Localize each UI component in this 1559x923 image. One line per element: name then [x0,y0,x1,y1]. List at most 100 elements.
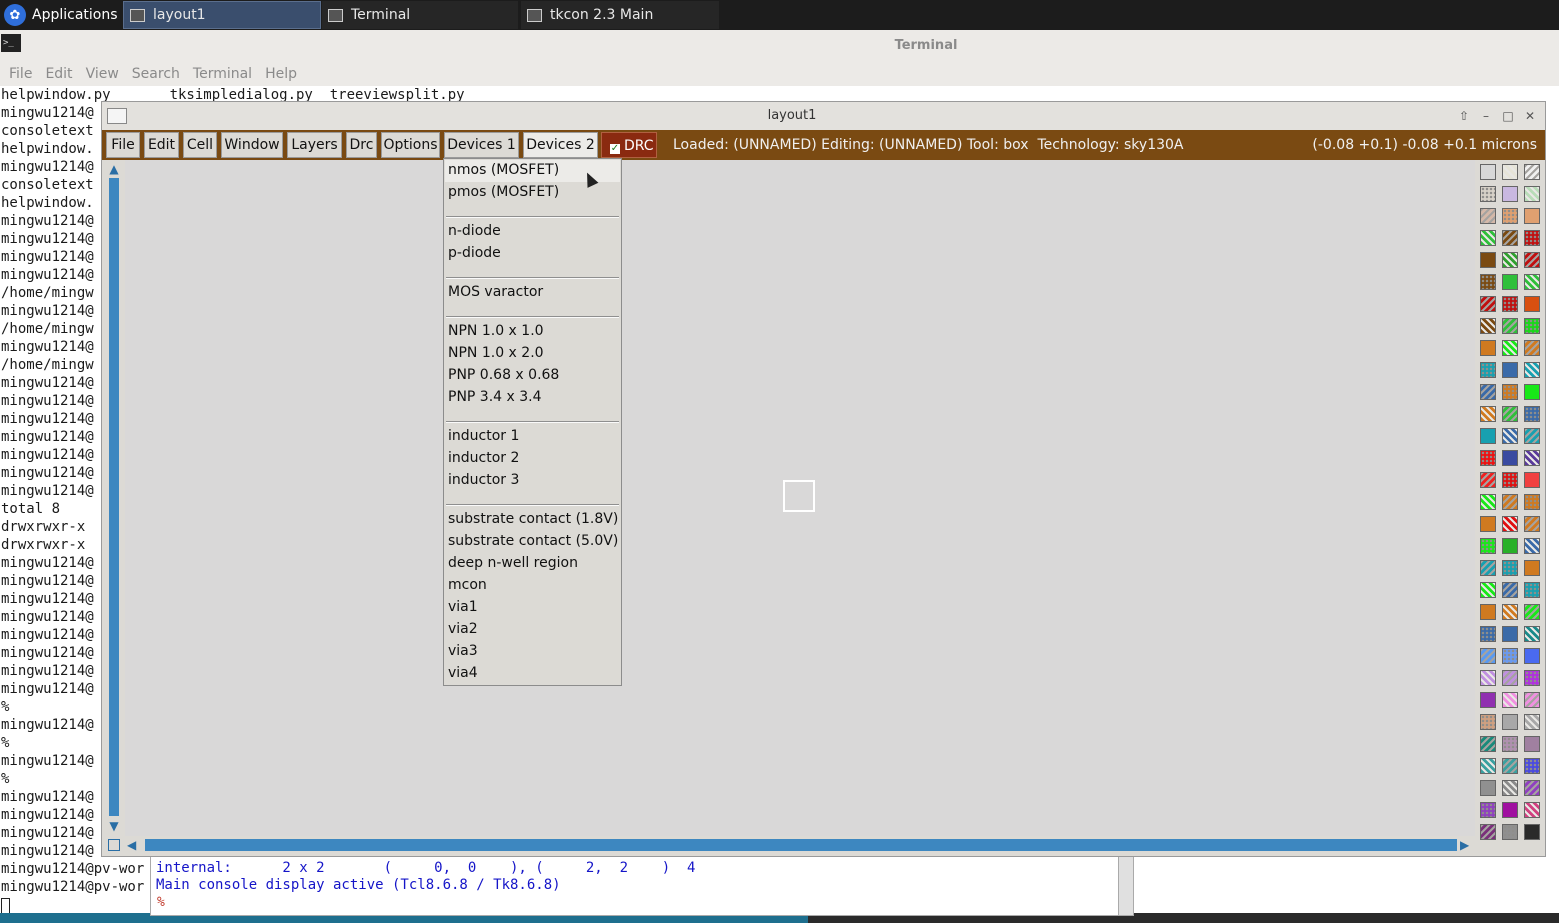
device-menu-item[interactable]: via2 [448,621,478,637]
console-scrollbar[interactable] [1118,857,1133,915]
layer-swatch[interactable] [1502,692,1518,708]
layer-swatch[interactable] [1480,274,1496,290]
terminal-menu-edit[interactable]: Edit [45,66,72,82]
menu-devices-2[interactable]: Devices 2 [523,132,598,158]
vertical-scrollbar[interactable]: ▲ ▼ [105,160,123,836]
layer-swatch[interactable] [1480,582,1496,598]
layer-swatch[interactable] [1480,230,1496,246]
layout-canvas[interactable] [125,160,1475,836]
layer-swatch[interactable] [1524,384,1540,400]
layer-swatch[interactable] [1502,340,1518,356]
device-menu-item[interactable]: pmos (MOSFET) [448,184,559,200]
menu-layers[interactable]: Layers [287,132,342,158]
menu-edit[interactable]: Edit [144,132,179,158]
layer-swatch[interactable] [1480,186,1496,202]
layer-swatch[interactable] [1480,736,1496,752]
menu-window[interactable]: Window [221,132,283,158]
layer-swatch[interactable] [1524,538,1540,554]
layer-swatch[interactable] [1480,604,1496,620]
layer-swatch[interactable] [1502,736,1518,752]
applications-menu-button[interactable]: ✿ Applications [0,0,120,30]
layer-swatch[interactable] [1502,582,1518,598]
layer-swatch[interactable] [1502,208,1518,224]
taskbar-item-terminal[interactable]: Terminal [322,1,518,29]
layer-swatch[interactable] [1480,472,1496,488]
device-menu-item[interactable]: inductor 2 [448,450,519,466]
layer-swatch[interactable] [1480,296,1496,312]
layer-swatch[interactable] [1502,230,1518,246]
layer-swatch[interactable] [1524,230,1540,246]
layer-swatch[interactable] [1502,670,1518,686]
layer-swatch[interactable] [1480,538,1496,554]
menu-options[interactable]: Options [381,132,440,158]
zoom-box-icon[interactable] [108,839,120,851]
layer-swatch[interactable] [1502,714,1518,730]
layer-swatch[interactable] [1524,692,1540,708]
device-menu-item[interactable]: NPN 1.0 x 2.0 [448,345,544,361]
layer-swatch[interactable] [1524,186,1540,202]
layer-swatch[interactable] [1524,560,1540,576]
device-menu-item[interactable]: inductor 1 [448,428,519,444]
layer-swatch[interactable] [1480,648,1496,664]
layer-swatch[interactable] [1524,780,1540,796]
layer-swatch[interactable] [1480,516,1496,532]
device-menu-item[interactable]: mcon [448,577,487,593]
layer-swatch[interactable] [1502,164,1518,180]
layer-swatch[interactable] [1524,450,1540,466]
layer-swatch[interactable] [1502,824,1518,840]
layer-swatch[interactable] [1480,494,1496,510]
layer-swatch[interactable] [1502,758,1518,774]
layer-swatch[interactable] [1502,406,1518,422]
layer-swatch[interactable] [1524,714,1540,730]
arrow-up-icon[interactable]: ▲ [107,162,121,176]
layer-swatch[interactable] [1480,670,1496,686]
device-menu-item[interactable]: via4 [448,665,478,681]
layer-swatch[interactable] [1524,516,1540,532]
layer-swatch[interactable] [1480,780,1496,796]
layer-swatch[interactable] [1502,560,1518,576]
arrow-down-icon[interactable]: ▼ [107,819,121,833]
device-menu-item[interactable]: PNP 3.4 x 3.4 [448,389,542,405]
device-menu-item[interactable]: MOS varactor [448,284,543,300]
layer-swatch[interactable] [1502,384,1518,400]
layer-swatch[interactable] [1502,450,1518,466]
layer-swatch[interactable] [1480,208,1496,224]
layer-swatch[interactable] [1524,648,1540,664]
device-menu-item[interactable]: nmos (MOSFET) [448,162,559,178]
terminal-menu-search[interactable]: Search [132,66,180,82]
tkcon-console[interactable]: internal: 2 x 2 ( 0, 0 ), ( 2, 2 ) 4 Mai… [150,856,1134,916]
device-menu-item[interactable]: inductor 3 [448,472,519,488]
arrow-left-icon[interactable]: ◀ [127,838,141,852]
layer-swatch[interactable] [1524,428,1540,444]
layer-swatch[interactable] [1524,802,1540,818]
layer-swatch[interactable] [1502,186,1518,202]
minimize-icon[interactable]: – [1479,109,1493,123]
layer-swatch[interactable] [1524,208,1540,224]
layer-swatch[interactable] [1502,604,1518,620]
layer-swatch[interactable] [1502,494,1518,510]
layer-swatch[interactable] [1480,340,1496,356]
layer-swatch[interactable] [1502,802,1518,818]
layer-swatch[interactable] [1502,626,1518,642]
drc-toggle[interactable]: ✓ DRC [601,132,657,158]
layer-swatch[interactable] [1502,274,1518,290]
layer-swatch[interactable] [1480,626,1496,642]
layer-swatch[interactable] [1524,340,1540,356]
device-menu-item[interactable]: NPN 1.0 x 1.0 [448,323,544,339]
horizontal-scroll-thumb[interactable] [145,839,1457,851]
layer-swatch[interactable] [1480,164,1496,180]
layer-swatch[interactable] [1480,384,1496,400]
layer-swatch[interactable] [1524,252,1540,268]
terminal-menu-view[interactable]: View [86,66,119,82]
layer-swatch[interactable] [1480,406,1496,422]
layer-swatch[interactable] [1502,516,1518,532]
device-menu-item[interactable]: p-diode [448,245,501,261]
console-prompt[interactable]: % [157,895,165,910]
layer-swatch[interactable] [1480,758,1496,774]
layer-swatch[interactable] [1480,692,1496,708]
layer-swatch[interactable] [1502,648,1518,664]
maximize-up-icon[interactable]: ⇧ [1457,109,1471,123]
layer-swatch[interactable] [1524,362,1540,378]
layout-titlebar[interactable]: layout1 ⇧ – □ ✕ [102,102,1545,130]
restore-icon[interactable]: □ [1501,109,1515,123]
